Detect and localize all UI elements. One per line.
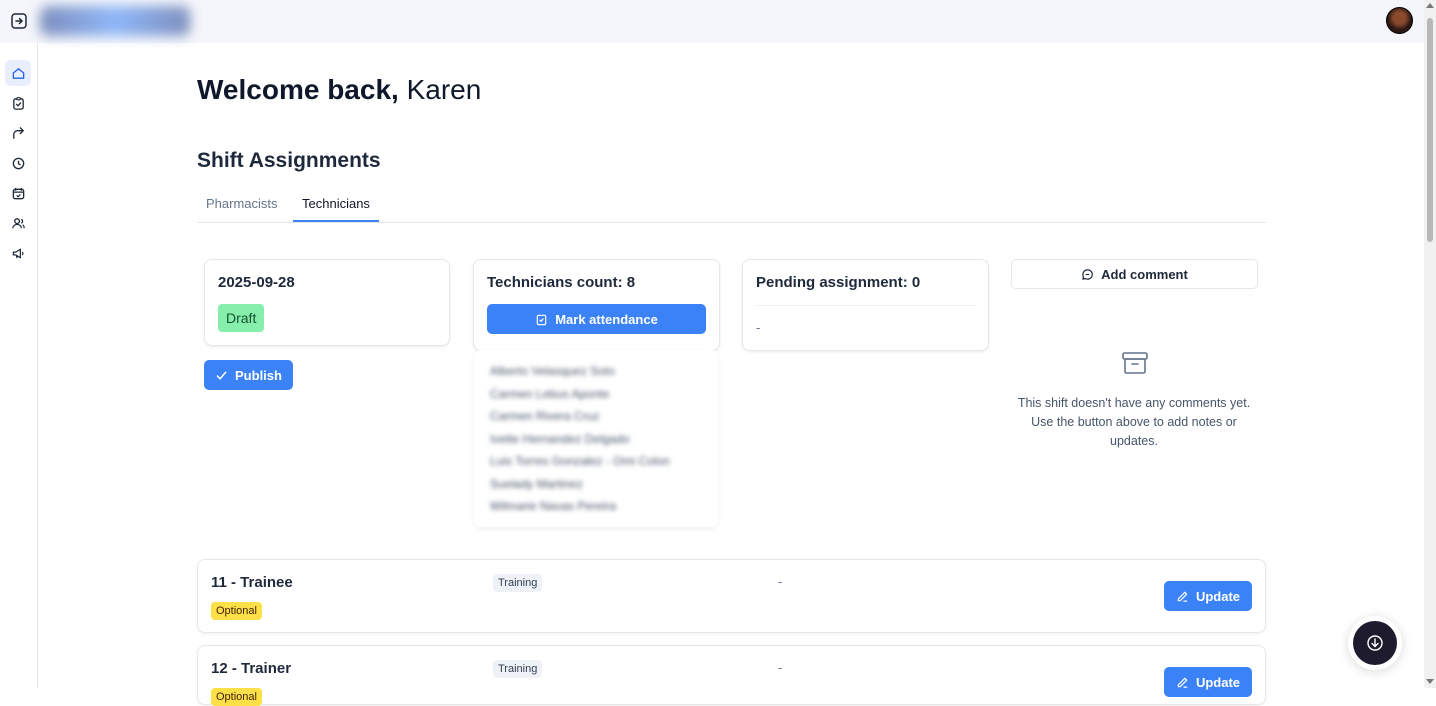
sidebar-item-history[interactable] bbox=[5, 150, 31, 176]
sidebar-item-calendar[interactable] bbox=[5, 180, 31, 206]
list-item: Suelady Martinez bbox=[490, 477, 583, 491]
download-fab[interactable] bbox=[1353, 621, 1397, 665]
forward-arrow-icon bbox=[12, 126, 24, 139]
welcome-heading: Welcome back, Karen bbox=[197, 74, 481, 106]
list-item: Carmen Rivera Cruz bbox=[490, 409, 600, 423]
sidebar bbox=[0, 43, 38, 688]
divider bbox=[756, 305, 976, 306]
list-item: Wilmarie Navas Pereira bbox=[490, 499, 617, 513]
publish-label: Publish bbox=[235, 367, 282, 383]
clipboard-check-icon bbox=[12, 96, 24, 110]
update-button[interactable]: Update bbox=[1164, 667, 1252, 697]
sidebar-toggle-icon[interactable] bbox=[10, 12, 28, 30]
training-badge: Training bbox=[493, 574, 543, 592]
list-item: Alberto Velasquez Soto bbox=[490, 364, 615, 378]
empty-comments-line: Use the button above to add notes or bbox=[1031, 415, 1237, 429]
users-icon bbox=[11, 217, 25, 228]
scroll-thumb[interactable] bbox=[1427, 18, 1433, 242]
scroll-up-arrow-icon[interactable] bbox=[1426, 3, 1434, 8]
pencil-icon bbox=[1177, 591, 1188, 602]
optional-badge: Optional bbox=[211, 602, 262, 620]
sidebar-item-users[interactable] bbox=[5, 210, 31, 236]
sidebar-item-announcements[interactable] bbox=[5, 240, 31, 266]
status-badge: Draft bbox=[218, 304, 265, 332]
assignment-row: 11 - Trainee Optional Training - Update bbox=[197, 559, 1266, 633]
assignment-title: 12 - Trainer bbox=[211, 660, 292, 677]
user-avatar[interactable] bbox=[1386, 7, 1413, 34]
page-scrollbar[interactable] bbox=[1424, 0, 1436, 688]
pending-assignment-value: - bbox=[756, 320, 761, 335]
technicians-count: Technicians count: 8 bbox=[487, 274, 636, 291]
download-icon bbox=[1367, 635, 1383, 651]
comment-icon bbox=[1082, 268, 1094, 280]
scroll-down-arrow-icon[interactable] bbox=[1426, 679, 1434, 684]
app-logo[interactable] bbox=[40, 6, 190, 36]
megaphone-icon bbox=[12, 248, 23, 258]
home-icon bbox=[12, 67, 24, 79]
empty-comments-message: This shift doesn't have any comments yet… bbox=[1011, 394, 1257, 451]
archive-icon bbox=[1122, 352, 1148, 374]
sidebar-item-forward[interactable] bbox=[5, 120, 31, 146]
sidebar-item-tasks[interactable] bbox=[5, 90, 31, 116]
clipboard-icon bbox=[536, 314, 547, 325]
user-name: Karen bbox=[406, 74, 482, 105]
pencil-icon bbox=[1177, 677, 1188, 688]
add-comment-button[interactable]: Add comment bbox=[1011, 259, 1258, 289]
tab-technicians[interactable]: Technicians bbox=[293, 196, 379, 222]
technicians-list: Alberto Velasquez Soto Carmen Lebus Apon… bbox=[474, 350, 718, 527]
pending-assignment-title: Pending assignment: 0 bbox=[756, 274, 921, 291]
assignment-note: - bbox=[778, 660, 783, 675]
list-item: Carmen Lebus Aponte bbox=[490, 387, 610, 401]
check-icon bbox=[216, 371, 227, 380]
welcome-prefix: Welcome back, bbox=[197, 74, 399, 105]
assignment-note: - bbox=[778, 574, 783, 589]
assignment-title: 11 - Trainee bbox=[211, 574, 293, 591]
list-item: Luis Torres Gonzalez - Omi Colon bbox=[490, 454, 670, 468]
calendar-check-icon bbox=[12, 187, 24, 199]
publish-button[interactable]: Publish bbox=[204, 360, 293, 390]
shift-date: 2025-09-28 bbox=[218, 274, 295, 291]
top-bar bbox=[0, 0, 1424, 43]
mark-attendance-button[interactable]: Mark attendance bbox=[487, 304, 706, 334]
assignment-row: 12 - Trainer Optional Training - Update bbox=[197, 645, 1266, 706]
optional-badge: Optional bbox=[211, 688, 262, 706]
update-label: Update bbox=[1195, 674, 1241, 690]
pending-assignment-card: Pending assignment: 0 - bbox=[742, 259, 989, 351]
clock-history-icon bbox=[12, 157, 24, 169]
section-title: Shift Assignments bbox=[197, 149, 381, 172]
mark-attendance-label: Mark attendance bbox=[555, 311, 658, 327]
update-label: Update bbox=[1195, 588, 1241, 604]
training-badge: Training bbox=[493, 660, 543, 678]
add-comment-label: Add comment bbox=[1101, 266, 1188, 282]
update-button[interactable]: Update bbox=[1164, 581, 1252, 611]
tab-pharmacists[interactable]: Pharmacists bbox=[197, 196, 287, 220]
shift-date-card: 2025-09-28 Draft bbox=[204, 259, 450, 346]
sidebar-item-home[interactable] bbox=[5, 60, 31, 86]
empty-comments-line: updates. bbox=[1110, 434, 1158, 448]
tab-bar: Pharmacists Technicians bbox=[197, 190, 1266, 223]
empty-comments-line: This shift doesn't have any comments yet… bbox=[1017, 396, 1251, 410]
list-item: Ivette Hernandez Delgado bbox=[490, 432, 630, 446]
